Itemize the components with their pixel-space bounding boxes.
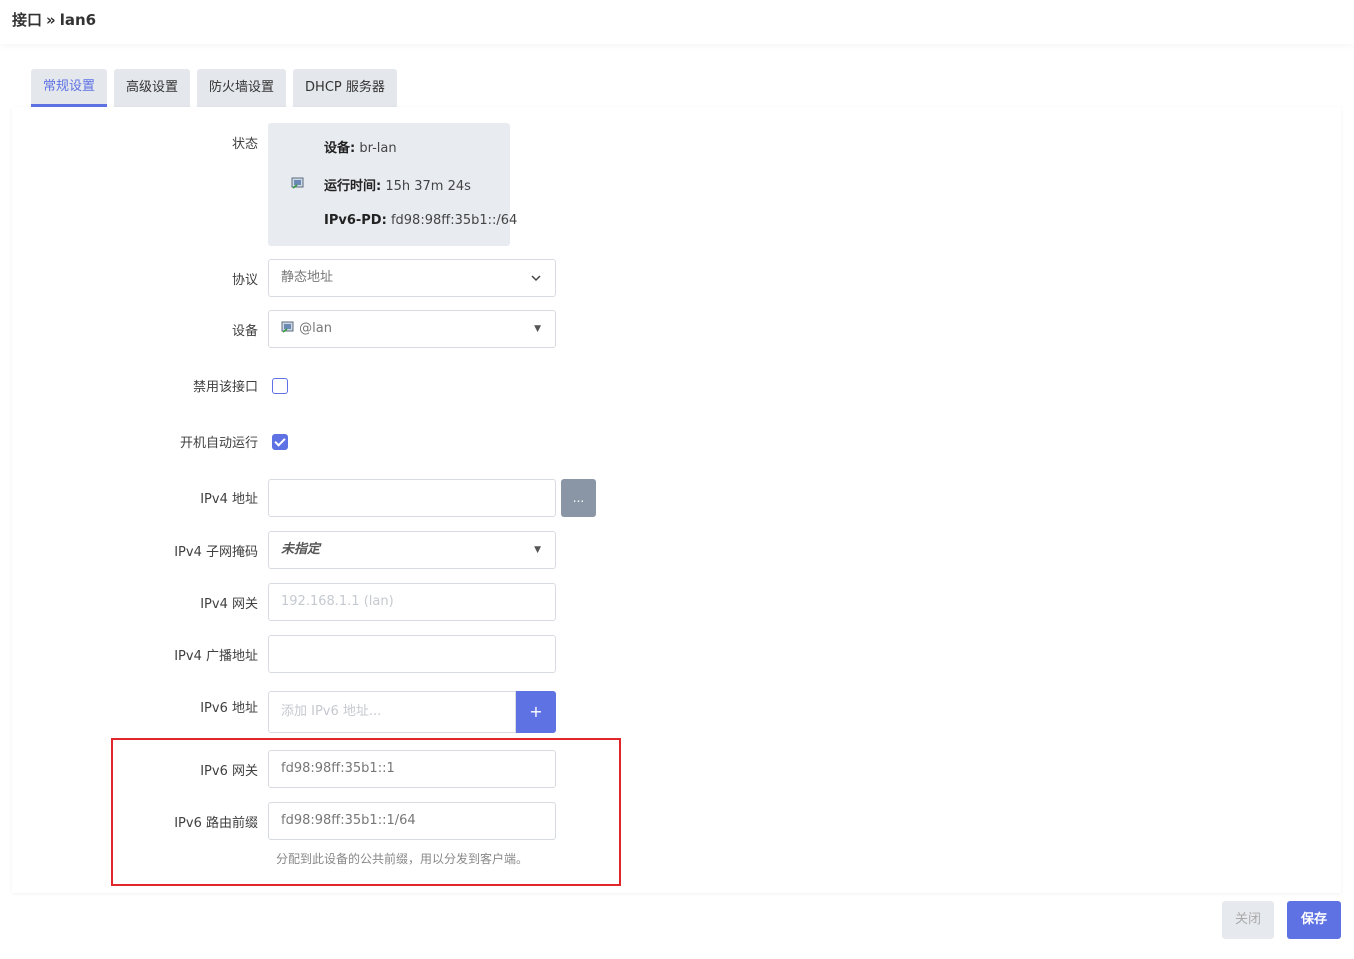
status-pd: IPv6-PD: fd98:98ff:35b1::/64 [324, 213, 517, 228]
protocol-label: 协议 [231, 273, 258, 288]
caret-down-icon: ▼ [534, 324, 541, 334]
status-label: 状态 [231, 137, 258, 152]
ipv4-address-input[interactable] [268, 479, 556, 517]
ipv4-netmask-dropdown[interactable]: 未指定 ▼ [268, 531, 556, 569]
status-uptime-key: 运行时间: [324, 179, 382, 194]
highlight-box [111, 738, 621, 886]
device-value: @lan [299, 321, 332, 336]
device-dropdown[interactable]: @lan ▼ [268, 310, 556, 348]
ipv4-netmask-value: 未指定 [281, 542, 321, 557]
add-ipv6-address-button[interactable]: + [516, 691, 556, 733]
device-label: 设备 [231, 324, 258, 339]
network-port-icon [281, 313, 295, 333]
breadcrumb-parent[interactable]: 接口 [12, 9, 42, 30]
close-button[interactable]: 关闭 [1222, 901, 1274, 939]
tab-general[interactable]: 常规设置 [31, 69, 108, 107]
autostart-label: 开机自动运行 [179, 436, 258, 451]
chevron-down-icon [531, 260, 541, 312]
tab-firewall[interactable]: 防火墙设置 [197, 69, 287, 107]
ipv6-address-input[interactable]: 添加 IPv6 地址... [268, 691, 516, 733]
status-uptime: 运行时间: 15h 37m 24s [324, 175, 471, 194]
caret-down-icon: ▼ [534, 545, 541, 555]
disable-iface-checkbox[interactable] [272, 378, 288, 394]
disable-iface-label: 禁用该接口 [192, 380, 258, 395]
tab-bar: 常规设置 高级设置 防火墙设置 DHCP 服务器 [31, 69, 397, 107]
ipv4-gateway-input[interactable]: 192.168.1.1 (lan) [268, 583, 556, 621]
breadcrumb-current: lan6 [59, 10, 97, 29]
ipv4-address-label: IPv4 地址 [200, 492, 258, 507]
ipv4-gateway-label: IPv4 网关 [200, 597, 258, 612]
breadcrumb: 接口 » lan6 [12, 9, 96, 30]
network-port-icon [291, 176, 305, 190]
status-device-value: br-lan [359, 141, 397, 156]
status-box: 设备: br-lan 运行时间: 15h 37m 24s IPv6-PD: fd… [268, 123, 517, 246]
top-bar: 接口 » lan6 [0, 0, 1354, 44]
tab-advanced[interactable]: 高级设置 [114, 69, 191, 107]
ipv4-netmask-label: IPv4 子网掩码 [174, 545, 258, 560]
ipv6-address-label: IPv6 地址 [200, 701, 258, 716]
ipv4-address-more-button[interactable]: ... [561, 479, 596, 517]
tab-dhcp[interactable]: DHCP 服务器 [293, 69, 397, 107]
ipv4-broadcast-input[interactable] [268, 635, 556, 673]
breadcrumb-separator: » [46, 10, 56, 29]
save-button[interactable]: 保存 [1287, 901, 1341, 939]
status-pd-value: fd98:98ff:35b1::/64 [390, 213, 518, 228]
status-pd-key: IPv6-PD: [324, 213, 387, 228]
status-uptime-value: 15h 37m 24s [385, 179, 471, 194]
ipv6-address-placeholder: 添加 IPv6 地址... [281, 704, 382, 719]
ipv4-broadcast-label: IPv4 广播地址 [174, 649, 258, 664]
status-device: 设备: br-lan [324, 137, 397, 156]
ipv4-gateway-placeholder: 192.168.1.1 (lan) [281, 594, 394, 609]
protocol-value: 静态地址 [281, 270, 334, 285]
protocol-select[interactable]: 静态地址 [268, 259, 556, 297]
autostart-checkbox[interactable] [272, 434, 288, 450]
status-device-key: 设备: [324, 141, 356, 156]
